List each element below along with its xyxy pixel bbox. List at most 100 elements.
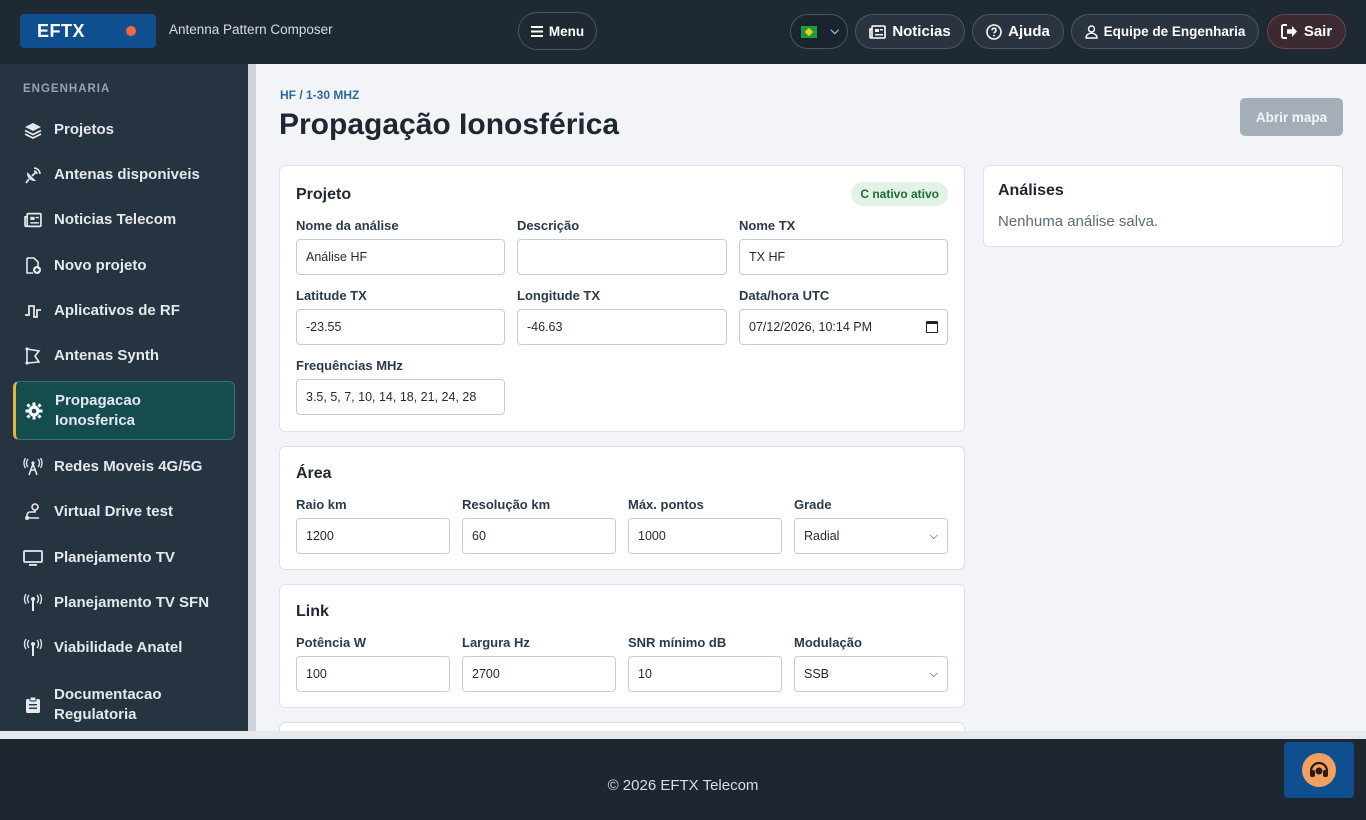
- longitude-input[interactable]: -46.63: [517, 309, 727, 345]
- help-button[interactable]: Ajuda: [972, 14, 1064, 49]
- longitude-label: Longitude TX: [517, 288, 601, 303]
- power-input[interactable]: 100: [296, 656, 450, 692]
- tx-name-input[interactable]: TX HF: [739, 239, 948, 275]
- file-plus-icon: [23, 256, 43, 276]
- sidebar-item-label: Virtual Drive test: [54, 503, 173, 520]
- sidebar: ENGENHARIA Projetos Antenas disponiveis …: [0, 64, 248, 731]
- brand-logo[interactable]: EFTX: [20, 14, 156, 48]
- bandwidth-label: Largura Hz: [462, 635, 530, 650]
- sidebar-item-antenas-synth[interactable]: Antenas Synth: [13, 345, 235, 367]
- route-icon: [23, 502, 43, 522]
- latitude-input[interactable]: -23.55: [296, 309, 505, 345]
- sidebar-item-label: Noticias Telecom: [54, 211, 177, 228]
- antenna-synth-icon: [23, 346, 43, 366]
- sidebar-item-planejamento-tv[interactable]: Planejamento TV: [13, 547, 235, 569]
- sidebar-item-label: Documentacao Regulatoria: [54, 686, 162, 723]
- sidebar-item-antenas-disponiveis[interactable]: Antenas disponiveis: [13, 164, 235, 186]
- gear-icon: [24, 401, 44, 421]
- user-profile-button[interactable]: Equipe de Engenharia: [1071, 14, 1259, 49]
- footer: © 2026 EFTX Telecom: [0, 731, 1366, 820]
- sidebar-item-virtual-drive-test[interactable]: Virtual Drive test: [13, 501, 235, 523]
- modulation-select[interactable]: SSB ⌵: [794, 656, 948, 692]
- sidebar-item-projetos[interactable]: Projetos: [13, 119, 235, 141]
- sidebar-item-label: Aplicativos de RF: [54, 302, 180, 319]
- description-input[interactable]: [517, 239, 727, 275]
- max-points-label: Máx. pontos: [628, 497, 704, 512]
- sidebar-item-label: Planejamento TV SFN: [54, 594, 210, 611]
- sidebar-section-title: ENGENHARIA: [23, 83, 111, 95]
- cell-tower-icon: [23, 457, 43, 477]
- sidebar-item-aplicativos-rf[interactable]: Aplicativos de RF: [13, 300, 235, 322]
- sidebar-item-novo-projeto[interactable]: Novo projeto: [13, 255, 235, 277]
- logout-button[interactable]: Sair: [1267, 14, 1346, 49]
- modulation-label: Modulação: [794, 635, 862, 650]
- pulse-icon: [23, 301, 43, 321]
- resolution-input[interactable]: 60: [462, 518, 616, 554]
- sidebar-item-redes-moveis[interactable]: Redes Moveis 4G/5G: [13, 456, 235, 478]
- bandwidth-input[interactable]: 2700: [462, 656, 616, 692]
- user-icon: [1084, 24, 1098, 39]
- radius-label: Raio km: [296, 497, 347, 512]
- max-points-input[interactable]: 1000: [628, 518, 782, 554]
- question-circle-icon: [986, 23, 1002, 40]
- sidebar-item-viabilidade-anatel[interactable]: Viabilidade Anatel: [13, 637, 235, 659]
- support-button[interactable]: [1284, 742, 1354, 798]
- resolution-label: Resolução km: [462, 497, 551, 512]
- analysis-name-label: Nome da análise: [296, 218, 399, 233]
- card-title: Área: [296, 465, 332, 482]
- sidebar-item-propagacao-ionosferica[interactable]: Propagacao Ionosferica: [13, 381, 235, 440]
- logout-label: Sair: [1303, 23, 1333, 40]
- frequencies-input[interactable]: 3.5, 5, 7, 10, 14, 18, 21, 24, 28: [296, 379, 505, 415]
- layers-icon: [23, 120, 43, 140]
- app-subtitle: Antenna Pattern Composer: [169, 22, 333, 37]
- sidebar-item-noticias-telecom[interactable]: Noticias Telecom: [13, 209, 235, 231]
- latitude-label: Latitude TX: [296, 288, 367, 303]
- grid-select[interactable]: Radial ⌵: [794, 518, 948, 554]
- top-bar: EFTX Antenna Pattern Composer Menu ⌵ Not…: [0, 0, 1366, 64]
- next-card: [279, 722, 965, 731]
- broadcast-icon: [23, 638, 43, 658]
- menu-button[interactable]: Menu: [518, 12, 597, 50]
- sidebar-scrollbar[interactable]: [248, 64, 256, 731]
- clipboard-icon: [23, 695, 43, 715]
- open-map-button[interactable]: Abrir mapa: [1240, 98, 1343, 136]
- sidebar-item-documentacao-regulatoria[interactable]: Documentacao Regulatoria: [13, 683, 235, 727]
- user-label: Equipe de Engenharia: [1103, 24, 1246, 39]
- copyright: © 2026 EFTX Telecom: [607, 777, 759, 794]
- page-title: Propagação Ionosférica: [279, 108, 620, 141]
- monitor-icon: [23, 548, 43, 568]
- news-button[interactable]: Noticias: [855, 14, 965, 49]
- area-card: Área Raio km 1200 Resolução km 60 Máx. p…: [279, 446, 965, 570]
- frequencies-label: Frequências MHz: [296, 358, 403, 373]
- datetime-label: Data/hora UTC: [739, 288, 830, 303]
- language-select[interactable]: ⌵: [790, 14, 848, 49]
- news-label: Noticias: [892, 23, 951, 40]
- grid-label: Grade: [794, 497, 832, 512]
- snr-input[interactable]: 10: [628, 656, 782, 692]
- status-badge: C nativo ativo: [851, 182, 948, 206]
- newspaper-icon: [23, 210, 43, 230]
- analyses-card: Análises Nenhuma análise salva.: [983, 165, 1343, 247]
- satellite-dish-icon: [23, 165, 43, 185]
- snr-label: SNR mínimo dB: [628, 635, 727, 650]
- sidebar-item-label: Antenas Synth: [54, 347, 160, 364]
- sidebar-item-planejamento-tv-sfn[interactable]: Planejamento TV SFN: [13, 592, 235, 614]
- card-title: Projeto: [296, 186, 352, 203]
- calendar-icon[interactable]: [926, 321, 938, 333]
- datetime-input[interactable]: 07/12/2026, 10:14 PM: [739, 309, 948, 345]
- description-label: Descrição: [517, 218, 580, 233]
- brand-name: EFTX: [37, 20, 86, 41]
- chevron-down-icon: ⌵: [929, 529, 938, 542]
- newspaper-icon: [869, 24, 887, 39]
- sidebar-item-label: Novo projeto: [54, 257, 147, 274]
- tx-name-label: Nome TX: [739, 218, 796, 233]
- radius-input[interactable]: 1200: [296, 518, 450, 554]
- analysis-name-input[interactable]: Análise HF: [296, 239, 505, 275]
- sidebar-item-label: Viabilidade Anatel: [54, 639, 183, 656]
- breadcrumb: HF / 1-30 MHZ: [280, 88, 360, 102]
- chevron-down-icon: ⌵: [929, 667, 938, 680]
- menu-label: Menu: [548, 23, 585, 39]
- help-label: Ajuda: [1008, 23, 1050, 40]
- power-label: Potência W: [296, 635, 367, 650]
- sign-out-icon: [1280, 24, 1297, 39]
